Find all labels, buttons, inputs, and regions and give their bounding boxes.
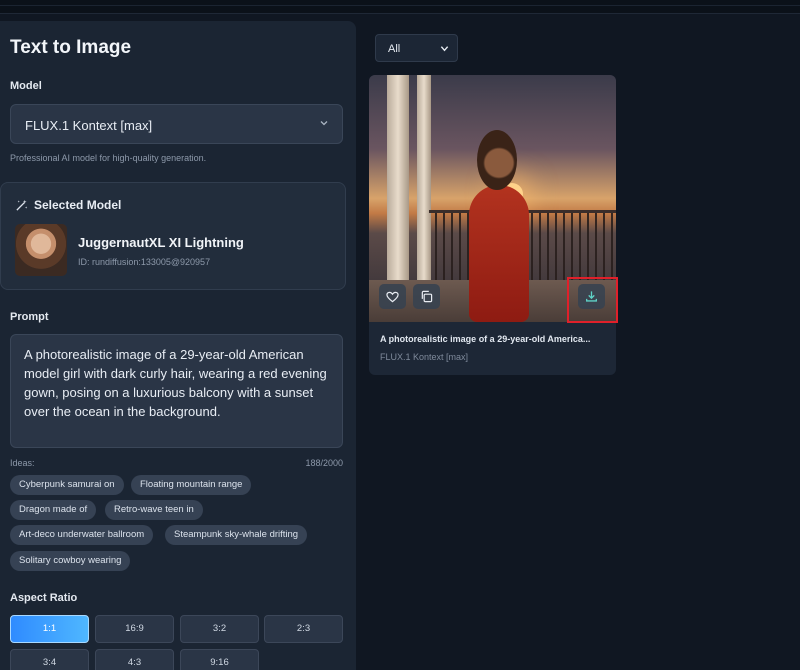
download-highlight-box — [567, 277, 618, 323]
aspect-ratio-9-16-button[interactable]: 9:16 — [180, 649, 259, 670]
aspect-ratio-3-4-button[interactable]: 3:4 — [10, 649, 89, 670]
idea-chip[interactable]: Art-deco underwater ballroom — [10, 525, 154, 545]
aspect-ratio-16-9-button[interactable]: 16:9 — [95, 615, 174, 643]
model-select[interactable]: FLUX.1 Kontext [max] — [10, 104, 343, 144]
page-title: Text to Image — [10, 37, 132, 58]
favorite-button[interactable] — [379, 284, 406, 309]
idea-chip[interactable]: Floating mountain range — [131, 475, 252, 495]
idea-chip[interactable]: Solitary cowboy wearing — [10, 551, 131, 571]
gallery-card[interactable]: A photorealistic image of a 29-year-old … — [369, 75, 616, 375]
chevron-down-icon — [440, 46, 449, 52]
ideas-label: Ideas: — [10, 458, 35, 468]
selected-model-header: Selected Model — [15, 198, 121, 212]
idea-chip[interactable]: Steampunk sky-whale drifting — [165, 525, 308, 545]
figure-dress-shape — [469, 185, 529, 322]
idea-chip[interactable]: Cyberpunk samurai on — [10, 475, 124, 495]
selected-model-header-label: Selected Model — [34, 198, 122, 212]
idea-chip[interactable]: Retro-wave teen in — [105, 500, 203, 520]
prompt-textarea[interactable]: A photorealistic image of a 29-year-old … — [10, 334, 343, 448]
top-bar — [0, 0, 800, 14]
model-label: Model — [10, 80, 42, 92]
chevron-down-icon — [320, 121, 328, 126]
aspect-ratio-label: Aspect Ratio — [10, 592, 78, 604]
aspect-ratio-4-3-button[interactable]: 4:3 — [95, 649, 174, 670]
model-hint: Professional AI model for high-quality g… — [10, 153, 207, 163]
magic-wand-icon — [16, 199, 28, 211]
filter-select[interactable]: All — [375, 34, 458, 62]
selected-model-card: Selected Model JuggernautXL XI Lightning… — [0, 182, 346, 290]
model-select-value: FLUX.1 Kontext [max] — [25, 118, 153, 133]
generation-panel: Text to Image Model FLUX.1 Kontext [max]… — [0, 21, 356, 670]
gallery-card-model: FLUX.1 Kontext [max] — [380, 352, 469, 362]
aspect-ratio-3-2-button[interactable]: 3:2 — [180, 615, 259, 643]
figure-head-shape — [477, 130, 517, 190]
aspect-ratio-2-3-button[interactable]: 2:3 — [264, 615, 343, 643]
copy-button[interactable] — [413, 284, 440, 309]
filter-select-value: All — [388, 43, 401, 55]
model-avatar — [15, 224, 67, 276]
gallery-card-title: A photorealistic image of a 29-year-old … — [380, 334, 591, 344]
aspect-ratio-1-1-button[interactable]: 1:1 — [10, 615, 89, 643]
selected-model-name: JuggernautXL XI Lightning — [78, 235, 244, 250]
heart-icon — [386, 291, 399, 302]
copy-icon — [421, 290, 433, 303]
char-count: 188/2000 — [305, 458, 343, 468]
idea-chip[interactable]: Dragon made of — [10, 500, 97, 520]
prompt-label: Prompt — [10, 311, 49, 323]
selected-model-id: ID: rundiffusion:133005@920957 — [78, 257, 211, 267]
